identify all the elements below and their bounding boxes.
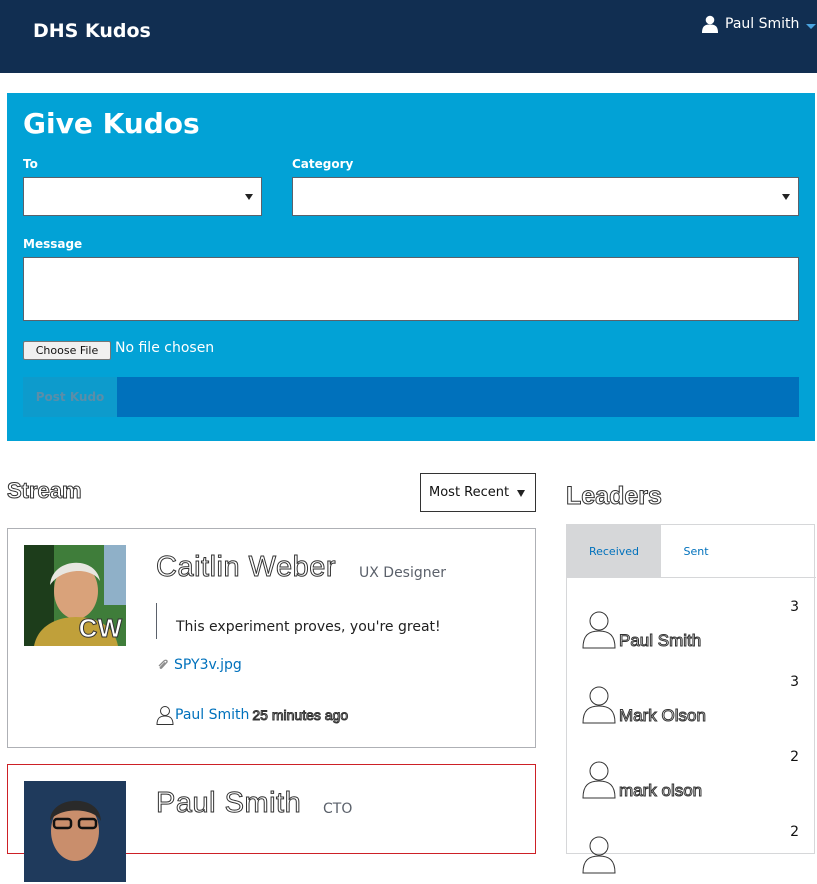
kudo-card: CW Caitlin Weber UX Designer This experi… xyxy=(7,528,536,748)
dropdown-arrow-icon xyxy=(245,194,253,200)
message-input[interactable] xyxy=(23,257,799,321)
dropdown-arrow-icon xyxy=(782,194,790,200)
person-outline-icon xyxy=(582,686,616,724)
sender-link[interactable]: Paul Smith xyxy=(175,707,249,723)
leader-row[interactable]: mark olson 2 xyxy=(581,749,799,809)
person-icon xyxy=(702,15,718,33)
stream-heading: Stream xyxy=(7,478,83,504)
recipient-name[interactable]: Paul Smith xyxy=(155,787,301,820)
to-label: To xyxy=(23,157,38,171)
paperclip-icon xyxy=(158,659,168,669)
leader-count: 3 xyxy=(790,599,799,615)
sort-value: Most Recent xyxy=(429,485,510,500)
leader-tabs: Received Sent xyxy=(567,525,816,578)
file-status: No file chosen xyxy=(115,340,215,356)
to-select[interactable] xyxy=(23,177,262,216)
person-outline-icon xyxy=(582,611,616,649)
post-kudo-button[interactable]: Post Kudo xyxy=(23,377,117,417)
leader-name: Mark Olson xyxy=(619,706,707,726)
sort-select[interactable]: Most Recent xyxy=(420,473,536,512)
caret-down-icon xyxy=(806,24,817,29)
category-select[interactable] xyxy=(292,177,799,216)
recipient-name[interactable]: Caitlin Weber xyxy=(155,551,336,584)
avatar-initials: CW xyxy=(78,613,122,644)
panel-title: Give Kudos xyxy=(23,107,200,140)
choose-file-button[interactable]: Choose File xyxy=(23,341,111,360)
give-kudos-panel: Give Kudos To Category Message Choose Fi… xyxy=(7,93,815,441)
leader-row[interactable]: Paul Smith 3 xyxy=(581,599,799,659)
leader-row[interactable]: 2 xyxy=(581,824,799,884)
leader-count: 2 xyxy=(790,749,799,765)
leader-name: mark olson xyxy=(618,781,703,801)
leaders-panel: Received Sent Paul Smith 3 Mark Olson 3 … xyxy=(566,524,816,874)
attachment-name[interactable]: SPY3v.jpg xyxy=(174,657,242,673)
avatar: CW xyxy=(24,545,126,646)
recipient-role: CTO xyxy=(323,801,353,817)
leaders-heading: Leaders xyxy=(566,482,663,511)
tab-sent[interactable]: Sent xyxy=(661,525,731,577)
person-outline-icon xyxy=(582,761,616,799)
top-navbar: DHS Kudos Paul Smith xyxy=(0,0,817,73)
leader-count: 2 xyxy=(790,824,799,840)
time-ago: 25 minutes ago xyxy=(252,707,349,724)
avatar-photo xyxy=(24,781,126,882)
message-label: Message xyxy=(23,237,83,251)
recipient-role: UX Designer xyxy=(359,565,446,581)
attachment-link[interactable]: SPY3v.jpg xyxy=(156,657,242,673)
leader-row[interactable]: Mark Olson 3 xyxy=(581,674,799,734)
user-name: Paul Smith xyxy=(725,16,800,32)
leader-count: 3 xyxy=(790,674,799,690)
kudo-message: This experiment proves, you're great! xyxy=(156,603,441,639)
post-bar: Post Kudo xyxy=(23,377,799,417)
leader-name: Paul Smith xyxy=(618,631,702,651)
sender-row: Paul Smith 25 minutes ago xyxy=(156,705,349,725)
person-outline-icon xyxy=(156,706,174,725)
app-title[interactable]: DHS Kudos xyxy=(33,20,151,42)
person-outline-icon xyxy=(582,836,616,874)
user-menu[interactable]: Paul Smith xyxy=(702,12,817,36)
tab-received[interactable]: Received xyxy=(567,525,661,577)
dropdown-arrow-icon xyxy=(517,490,525,497)
category-label: Category xyxy=(292,157,354,171)
avatar xyxy=(24,781,126,882)
